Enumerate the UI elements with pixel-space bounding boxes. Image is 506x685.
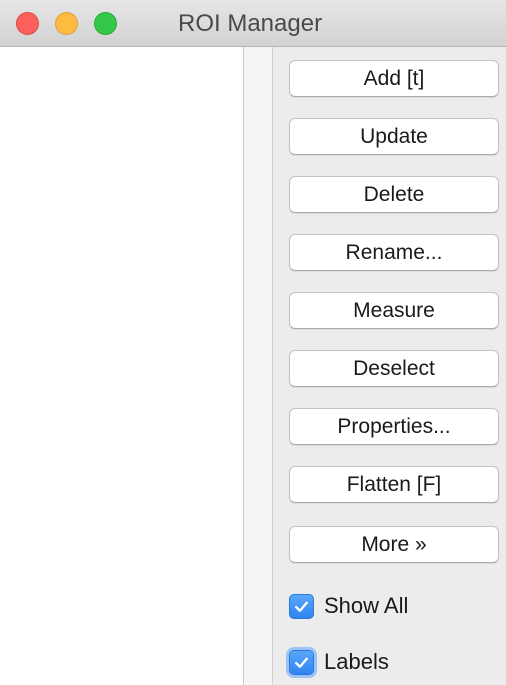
checkmark-icon bbox=[295, 657, 308, 668]
flatten-button[interactable]: Flatten [F] bbox=[289, 466, 499, 503]
rename-button[interactable]: Rename... bbox=[289, 234, 499, 271]
zoom-window-icon[interactable] bbox=[94, 12, 117, 35]
labels-checkbox[interactable] bbox=[289, 649, 314, 675]
labels-option[interactable]: Labels bbox=[289, 647, 389, 677]
deselect-button[interactable]: Deselect bbox=[289, 350, 499, 387]
show-all-option[interactable]: Show All bbox=[289, 591, 408, 621]
checkmark-icon bbox=[295, 601, 308, 612]
minimize-window-icon[interactable] bbox=[55, 12, 78, 35]
labels-label: Labels bbox=[324, 649, 389, 674]
show-all-label: Show All bbox=[324, 593, 409, 618]
update-button[interactable]: Update bbox=[289, 118, 499, 155]
measure-button[interactable]: Measure bbox=[289, 292, 499, 329]
roi-list[interactable] bbox=[0, 47, 244, 685]
delete-button[interactable]: Delete bbox=[289, 176, 499, 213]
show-all-checkbox[interactable] bbox=[289, 593, 314, 619]
close-window-icon[interactable] bbox=[16, 12, 39, 35]
title-bar[interactable]: ROI Manager bbox=[0, 0, 506, 47]
roi-list-scrollbar[interactable] bbox=[244, 47, 273, 685]
roi-manager-window: ROI Manager Add [t] Update Delete Rename… bbox=[0, 0, 506, 685]
more-button[interactable]: More » bbox=[289, 526, 499, 563]
properties-button[interactable]: Properties... bbox=[289, 408, 499, 445]
window-title: ROI Manager bbox=[178, 10, 323, 37]
add-button[interactable]: Add [t] bbox=[289, 60, 499, 97]
